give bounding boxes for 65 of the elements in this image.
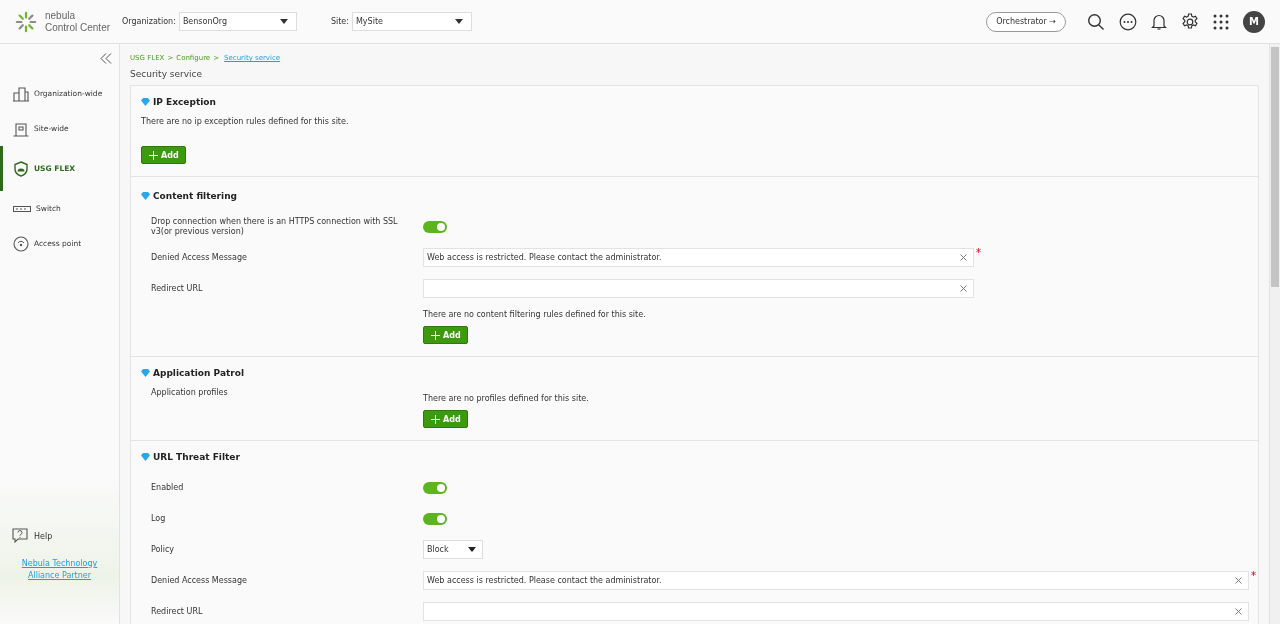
plus-icon [149,150,158,160]
text-field[interactable] [423,602,1249,621]
field-label: Log [151,513,166,523]
plus-icon [431,330,440,340]
empty-message: There are no profiles defined for this site. [423,394,589,403]
buildings-icon [13,85,29,102]
caret-icon [468,547,476,552]
add-button[interactable]: Add [423,410,468,428]
scrollbar[interactable] [1269,44,1280,624]
logo-text: nebula [45,9,77,22]
empty-message: There are no ip exception rules defined for this site. [141,117,349,126]
empty-message: There are no content filtering rules defined for this site. [423,310,646,319]
site-label: Site: [330,17,349,26]
diamond-icon [141,192,150,200]
site-dropdown[interactable]: MySite [351,12,472,31]
toggle-switch[interactable] [423,512,447,525]
policy-dropdown[interactable]: Block [423,540,483,559]
plus-icon [431,414,440,424]
clear-icon[interactable] [1235,577,1242,584]
clear-icon[interactable] [960,254,967,261]
logo-subtitle: Control Center [45,21,111,34]
bell-icon[interactable] [1151,12,1167,31]
switch-icon [13,204,31,213]
field-label: Drop connection when there is an HTTPS connection with SSL v3(or previous version) [151,216,398,236]
caret-icon [279,19,288,24]
section-title: URL Threat Filter [153,452,240,462]
user-avatar[interactable]: M [1243,10,1265,33]
settings-icon[interactable] [1181,12,1199,31]
organization-label: Organization: [122,17,176,26]
text-field[interactable] [423,279,974,298]
more-icon[interactable] [1119,12,1137,31]
section-title: Application Patrol [153,368,244,378]
field-label: Denied Access Message [151,252,247,262]
field-label: Redirect URL [151,606,203,616]
text-field[interactable]: Web access is restricted. Please contact the administrator. [423,571,1249,590]
orchestrator-button[interactable]: Orchestrator → [986,11,1066,32]
apps-grid-icon[interactable] [1213,13,1229,30]
shield-icon [13,160,29,177]
field-label: Enabled [151,482,184,492]
search-icon[interactable] [1087,12,1105,31]
building-icon [13,120,29,137]
toggle-switch[interactable] [423,481,447,494]
section-title: IP Exception [153,97,216,107]
clear-icon[interactable] [960,285,967,292]
page-title: Security service [130,69,204,79]
diamond-icon [141,98,150,106]
organization-dropdown[interactable]: BensonOrg [178,12,297,31]
help-icon [12,528,28,544]
caret-icon [454,19,463,24]
toggle-switch[interactable] [423,220,447,233]
diamond-icon [141,369,150,377]
field-label: Application profiles [151,388,228,397]
text-field[interactable]: Web access is restricted. Please contact the administrator. [423,248,974,267]
add-button[interactable]: Add [141,146,186,164]
field-label: Denied Access Message [151,575,247,585]
field-label: Policy [151,544,174,554]
collapse-icon[interactable] [100,53,112,64]
clear-icon[interactable] [1235,608,1242,615]
field-label: Redirect URL [151,283,203,293]
section-title: Content filtering [153,191,237,201]
help-link[interactable]: Help [0,528,119,544]
access-point-icon [13,235,29,252]
logo-icon [15,10,37,33]
diamond-icon [141,453,150,461]
add-button[interactable]: Add [423,326,468,344]
